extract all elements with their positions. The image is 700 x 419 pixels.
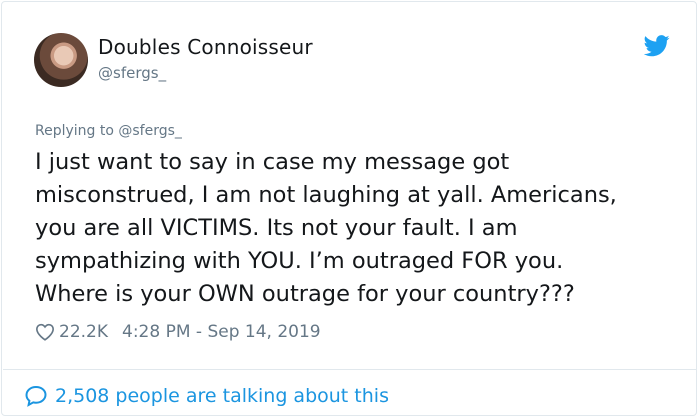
embedded-tweet-card: Doubles Connoisseur @sfergs_ Replying to… [1, 1, 697, 416]
tweet-meta: 22.2K 4:28 PM - Sep 14, 2019 [35, 320, 321, 344]
tweet-text: I just want to say in case my message go… [35, 146, 675, 311]
tweet-text-line: I just want to say in case my message go… [35, 149, 510, 175]
conversation-count-text[interactable]: 2,508 people are talking about this [55, 385, 389, 407]
speech-bubble-icon [25, 385, 47, 407]
tweet-timestamp[interactable]: 4:28 PM - Sep 14, 2019 [122, 322, 321, 342]
tweet-text-line: sympathizing with YOU. I’m outraged FOR … [35, 248, 564, 274]
conversation-link[interactable]: 2,508 people are talking about this [24, 382, 389, 410]
avatar[interactable] [34, 33, 88, 87]
like-count[interactable]: 22.2K [59, 322, 108, 342]
tweet-text-line: you are all VICTIMS. Its not your fault.… [35, 215, 518, 241]
footer-divider [3, 369, 697, 370]
heart-outline-icon[interactable] [35, 323, 55, 341]
twitter-bird-icon[interactable] [644, 35, 670, 57]
replying-to-label[interactable]: Replying to @sfergs_ [35, 123, 182, 139]
tweet-text-line: Where is your OWN outrage for your count… [35, 281, 575, 307]
tweet-text-line: misconstrued, I am not laughing at yall.… [35, 182, 617, 208]
author-handle[interactable]: @sfergs_ [98, 64, 166, 82]
author-display-name[interactable]: Doubles Connoisseur [98, 35, 313, 59]
